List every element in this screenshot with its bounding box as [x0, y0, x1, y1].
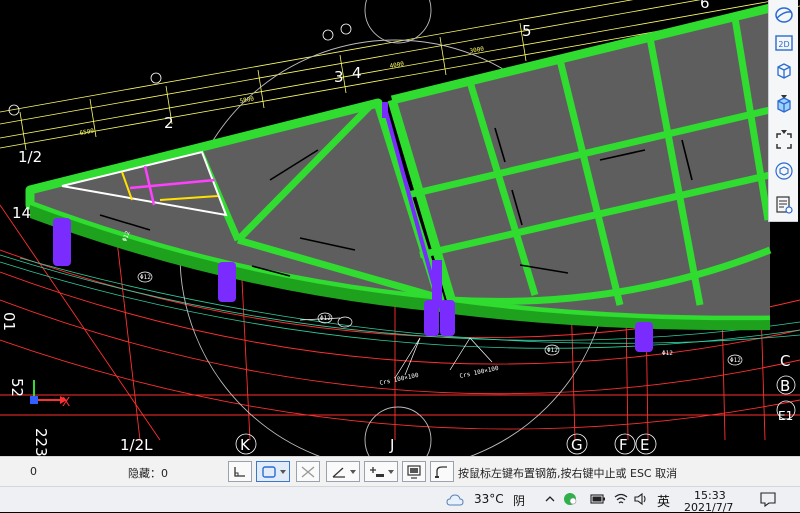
wifi-icon[interactable] — [614, 492, 628, 506]
angle-icon — [332, 467, 345, 478]
rebar-tag: Φ12 — [547, 347, 558, 354]
ortho-icon — [234, 466, 245, 477]
shaded-view-button[interactable] — [773, 94, 795, 116]
snap-plus-icon — [369, 466, 384, 477]
right-label: C — [780, 352, 790, 370]
shaded-view-dropdown[interactable] — [780, 120, 788, 134]
status-bar: 0 隐藏：0 按鼠标左键布置钢筋,按右键中止或 ESC 取消 — [0, 456, 800, 486]
ucs-icon: X — [30, 380, 70, 409]
chevron-up-icon[interactable] — [544, 493, 556, 505]
section-tag: Crs 100×100 — [459, 365, 500, 380]
zoom-extents-button[interactable] — [773, 130, 795, 152]
rebar-tag: Φ12 — [662, 350, 673, 357]
right-edge-labels: C B E1 — [778, 352, 793, 423]
cad-canvas[interactable]: 6590 5800 4000 3000 Φ12 Φ12 Φ12 Φ12 Φ12 … — [0, 0, 800, 456]
hidden-count: 隐藏：0 — [128, 467, 168, 480]
orbit-icon — [775, 7, 793, 23]
2d-view-button[interactable]: 2D — [773, 32, 795, 54]
left-label: 52 — [8, 378, 26, 397]
axis-letter: J — [389, 436, 394, 454]
weather-condition[interactable]: 阴 — [513, 492, 525, 509]
axis-letter: 1/2L — [120, 436, 153, 454]
list-eye-icon — [776, 196, 793, 214]
axis-number: 2 — [164, 114, 174, 132]
rebar-tag: Φ12 — [320, 315, 331, 322]
axis-number: 5 — [522, 22, 532, 40]
weather-temperature[interactable]: 33°C — [474, 492, 504, 506]
dim-text: 4000 — [389, 60, 405, 69]
monitor-icon — [407, 464, 421, 479]
left-label: 223 — [32, 428, 50, 456]
orbit-view-button[interactable] — [773, 4, 795, 26]
3d-view-button[interactable] — [773, 60, 795, 82]
axis-number: 3 — [334, 68, 344, 86]
view-toolbar: 2D — [768, 0, 798, 222]
axis-letter: K — [240, 436, 251, 454]
snap-button[interactable] — [364, 461, 398, 482]
rectangle-select-icon — [261, 465, 276, 478]
slab-right — [387, 3, 772, 325]
frame-corners-icon — [776, 133, 792, 149]
dim-text: 6590 — [79, 127, 95, 136]
2d-label: 2D — [778, 40, 789, 49]
3d-view-dropdown[interactable] — [780, 85, 788, 99]
chevron-down-icon — [279, 469, 286, 474]
properties-button[interactable] — [773, 194, 795, 216]
axis-number: 6 — [700, 0, 710, 12]
angle-button[interactable] — [326, 461, 360, 482]
axis-bubbles-bottom — [235, 433, 657, 455]
volume-icon[interactable] — [634, 492, 648, 506]
chevron-down-icon — [387, 469, 394, 474]
right-label: B — [780, 377, 790, 395]
notification-icon[interactable] — [760, 492, 776, 507]
selection-count: 0 — [30, 465, 37, 478]
right-label: E1 — [778, 409, 793, 423]
axis-number: 1/2 — [18, 148, 42, 166]
ortho-button[interactable] — [228, 461, 252, 482]
ucs-x-label: X — [62, 395, 70, 409]
2d-icon: 2D — [775, 35, 793, 51]
rebar-tag: Φ12 — [730, 357, 741, 364]
battery-icon[interactable] — [590, 494, 606, 504]
cloud-icon[interactable] — [446, 493, 464, 507]
command-hint: 按鼠标左键布置钢筋,按右键中止或 ESC 取消 — [458, 467, 678, 480]
sphere-cube-icon — [775, 162, 793, 180]
left-label: 14 — [12, 204, 31, 222]
shaded-cube-icon — [777, 97, 791, 113]
clock-date[interactable]: 2021/7/7 — [684, 502, 733, 513]
rebar-tag: Φ12 — [140, 274, 151, 281]
clock-time[interactable]: 15:33 — [694, 489, 726, 502]
dim-text: 3000 — [469, 45, 485, 54]
cross-select-button[interactable] — [296, 461, 320, 482]
tray-app-icon[interactable] — [563, 492, 577, 506]
axis-letter: G — [571, 436, 583, 454]
chevron-down-icon — [349, 469, 356, 474]
cad-viewport[interactable]: 6590 5800 4000 3000 Φ12 Φ12 Φ12 Φ12 Φ12 … — [0, 0, 800, 456]
curve-icon — [435, 465, 447, 478]
left-label: 01 — [0, 312, 18, 331]
dynamic-observe-button[interactable] — [773, 160, 795, 182]
taskbar: 33°C 阴 英 15:33 2021/7/7 — [0, 486, 800, 513]
axis-letters: 1/2L K J G F E — [120, 436, 649, 454]
select-mode-button[interactable] — [256, 461, 290, 482]
cross-icon — [301, 466, 315, 477]
axis-number: 4 — [352, 64, 362, 82]
axis-letter: F — [619, 436, 628, 454]
display-button[interactable] — [402, 461, 426, 482]
curve-button[interactable] — [430, 461, 454, 482]
ime-indicator[interactable]: 英 — [657, 491, 670, 510]
cube-icon — [777, 63, 791, 79]
axis-letter: E — [640, 436, 649, 454]
